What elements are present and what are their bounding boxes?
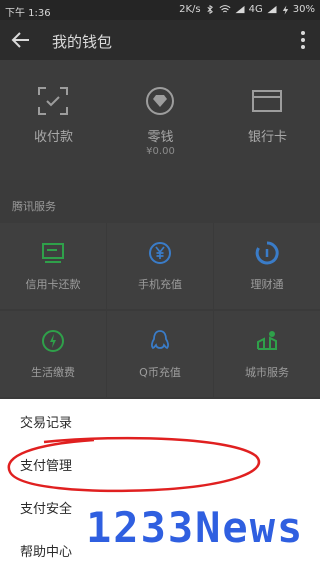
service-phone-recharge[interactable]: 手机充值 [107, 223, 213, 309]
wallet-label: 收付款 [33, 130, 73, 145]
qq-penguin-icon [151, 330, 169, 350]
utility-bill-icon [42, 330, 64, 352]
menu-label: 帮助中心 [20, 545, 73, 560]
bank-card-icon [252, 90, 282, 112]
wallet-item-change[interactable]: 零钱 ¥0.00 [107, 60, 214, 180]
service-label: 理财通 [250, 278, 284, 291]
service-label: Q币充值 [139, 366, 181, 379]
service-credit-card[interactable]: 信用卡还款 [0, 223, 106, 309]
highlight-annotation [7, 436, 261, 493]
signal-icon-2 [267, 5, 277, 14]
network-type: 4G [248, 4, 263, 15]
tencent-services-grid: 信用卡还款 手机充值 理财通 生活缴费 Q币充值 城市服务 [0, 223, 320, 401]
wallet-item-bank-card[interactable]: 银行卡 [214, 60, 320, 180]
bluetooth-icon [207, 5, 213, 14]
net-speed: 2K/s [179, 4, 201, 15]
battery-level: 30% [292, 4, 315, 15]
scan-pay-icon [38, 87, 68, 115]
service-label: 信用卡还款 [25, 278, 81, 291]
service-utility[interactable]: 生活缴费 [0, 311, 106, 397]
yen-phone-recharge-icon [149, 242, 171, 264]
section-title-tencent: 腾讯服务 [12, 200, 56, 213]
wifi-icon [219, 5, 231, 13]
wallet-label: 银行卡 [247, 130, 287, 145]
menu-label: 交易记录 [20, 416, 73, 431]
menu-item-transactions[interactable]: 交易记录 [0, 399, 320, 441]
app-header: 我的钱包 [0, 20, 320, 60]
service-label: 生活缴费 [31, 366, 75, 379]
menu-label: 支付安全 [20, 502, 73, 517]
change-diamond-icon [146, 87, 174, 115]
watermark-logo: 1233News [86, 503, 305, 552]
wealth-icon [255, 241, 279, 265]
status-bar: 下午 1:36 2K/s 4G 30% [0, 0, 320, 20]
more-vertical-icon[interactable] [300, 29, 306, 51]
service-wealth[interactable]: 理财通 [214, 223, 320, 309]
service-label: 城市服务 [245, 366, 289, 379]
service-label: 手机充值 [138, 278, 182, 291]
credit-card-repay-icon [42, 243, 64, 263]
wallet-item-pay[interactable]: 收付款 [0, 60, 107, 180]
wallet-label: 零钱 [147, 130, 174, 145]
wallet-panel: 收付款 零钱 ¥0.00 银行卡 [0, 60, 320, 180]
signal-icon [235, 5, 245, 14]
status-time: 下午 1:36 [5, 8, 51, 19]
change-balance: ¥0.00 [146, 146, 175, 157]
service-city[interactable]: 城市服务 [214, 311, 320, 397]
city-service-icon [257, 331, 277, 350]
battery-charging-icon [282, 5, 288, 14]
page-title: 我的钱包 [52, 33, 113, 51]
service-qcoin[interactable]: Q币充值 [107, 311, 213, 397]
status-indicators: 2K/s 4G 30% [179, 4, 315, 15]
back-arrow-icon[interactable] [10, 29, 32, 51]
